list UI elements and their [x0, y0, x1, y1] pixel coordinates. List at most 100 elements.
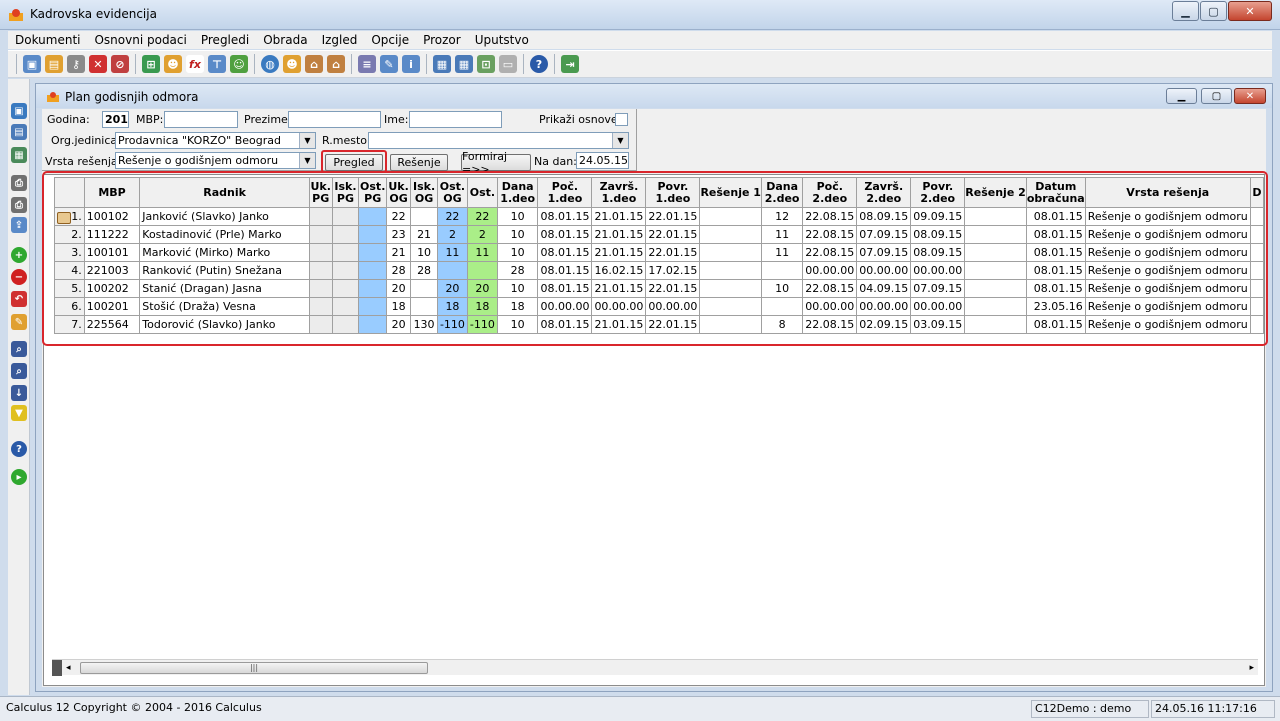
cell-d[interactable] [1249, 279, 1265, 298]
mbp-field[interactable] [164, 111, 238, 128]
cell-uk-og[interactable]: 21 [386, 243, 412, 262]
cell-vrsta-resenja[interactable]: Rešenje o godišnjem odmoru [1084, 315, 1251, 334]
exit-icon[interactable]: ⇥ [561, 55, 579, 73]
cell-dana-2[interactable]: 10 [760, 279, 804, 298]
edit-icon[interactable]: ✎ [11, 314, 27, 330]
cell-povr-1[interactable]: 00.00.00 [645, 297, 701, 316]
cell-isk-pg[interactable] [331, 279, 360, 298]
col-poc-2[interactable]: Poč. 2.deo [802, 177, 858, 208]
cell-datum-obracuna[interactable]: 08.01.15 [1025, 243, 1086, 262]
cell-ost[interactable]: -110 [466, 315, 498, 334]
cell-radnik[interactable]: Stošić (Draža) Vesna [139, 297, 310, 316]
cell-povr-2[interactable]: 07.09.15 [910, 279, 966, 298]
col-ost-og[interactable]: Ost. OG [436, 177, 468, 208]
cell-dana-2[interactable]: 11 [760, 225, 804, 244]
table-row[interactable]: 4. 221003 Ranković (Putin) Snežana 28 28 28 08… [54, 261, 1265, 280]
cell-isk-pg[interactable] [331, 261, 360, 280]
cell-uk-pg[interactable] [308, 279, 333, 298]
cell-zavrs-1[interactable]: 16.02.15 [591, 261, 647, 280]
scroll-right-arrow-icon[interactable]: ▸ [1249, 663, 1254, 673]
maximize-button[interactable]: ▢ [1200, 1, 1227, 21]
chevron-down-icon[interactable]: ▼ [299, 153, 315, 168]
table-row[interactable]: 5. 100202 Stanić (Dragan) Jasna 20 20 20 10 08.… [54, 279, 1265, 298]
cell-d[interactable] [1249, 315, 1265, 334]
cell-ost-pg[interactable] [358, 297, 388, 316]
cell-uk-og[interactable]: 20 [386, 315, 412, 334]
cell-vrsta-resenja[interactable]: Rešenje o godišnjem odmoru [1084, 225, 1251, 244]
child-close-button[interactable]: ✕ [1234, 88, 1266, 104]
cell-dana-2[interactable] [760, 297, 804, 316]
folder-icon[interactable]: ▣ [23, 55, 41, 73]
cell-poc-2[interactable]: 22.08.15 [802, 225, 858, 244]
col-povr-2[interactable]: Povr. 2.deo [910, 177, 966, 208]
close-button[interactable]: ✕ [1228, 1, 1272, 21]
prikazi-osnove-checkbox[interactable] [615, 113, 628, 126]
cell-vrsta-resenja[interactable]: Rešenje o godišnjem odmoru [1084, 207, 1251, 226]
cell-poc-2[interactable]: 22.08.15 [802, 207, 858, 226]
scroll-left-arrow-icon[interactable]: ◂ [66, 663, 71, 673]
remove-icon[interactable]: − [11, 269, 27, 285]
cell-dana-1[interactable]: 10 [496, 225, 539, 244]
info-icon[interactable]: i [402, 55, 420, 73]
cell-zavrs-2[interactable]: 08.09.15 [856, 207, 912, 226]
cell-datum-obracuna[interactable]: 08.01.15 [1025, 207, 1086, 226]
na-dan-field[interactable]: 24.05.15 [576, 152, 629, 169]
add-icon[interactable]: + [11, 247, 27, 263]
cell-mbp[interactable]: 100101 [83, 243, 141, 262]
cell-ost-pg[interactable] [358, 225, 388, 244]
cell-mbp[interactable]: 225564 [83, 315, 141, 334]
col-ost[interactable]: Ost. [466, 177, 498, 208]
cell-ost-og[interactable]: 22 [436, 207, 468, 226]
cell-dana-2[interactable]: 12 [760, 207, 804, 226]
cell-ost[interactable]: 20 [466, 279, 498, 298]
col-resenje-2[interactable]: Rešenje 2 [964, 177, 1027, 208]
save-icon[interactable]: ▣ [11, 103, 27, 119]
undo-icon[interactable]: ↶ [11, 291, 27, 307]
key-icon[interactable]: ⚷ [67, 55, 85, 73]
cell-resenje-1[interactable] [699, 225, 762, 244]
cell-ost[interactable]: 11 [466, 243, 498, 262]
col-isk-og[interactable]: Isk. OG [410, 177, 438, 208]
find-icon[interactable]: ⌕ [11, 341, 27, 357]
cell-poc-2[interactable]: 22.08.15 [802, 279, 858, 298]
cell-dana-1[interactable]: 28 [496, 261, 539, 280]
cell-zavrs-1[interactable]: 00.00.00 [591, 297, 647, 316]
report-icon[interactable]: ≡ [358, 55, 376, 73]
cell-isk-og[interactable]: 28 [410, 261, 438, 280]
cell-resenje-2[interactable] [964, 279, 1027, 298]
stop-icon[interactable]: ⊘ [111, 55, 129, 73]
cell-uk-pg[interactable] [308, 225, 333, 244]
table-row[interactable]: 3. 100101 Marković (Mirko) Marko 21 10 11 11 10… [54, 243, 1265, 262]
help-icon[interactable]: ? [11, 441, 27, 457]
cell-resenje-2[interactable] [964, 243, 1027, 262]
row-number[interactable]: 2. [54, 225, 85, 244]
cell-datum-obracuna[interactable]: 08.01.15 [1025, 315, 1086, 334]
cell-zavrs-2[interactable]: 04.09.15 [856, 279, 912, 298]
chevron-down-icon[interactable]: ▼ [299, 133, 315, 148]
org-chart-icon[interactable]: ⊞ [142, 55, 160, 73]
cell-ost-og[interactable]: -110 [436, 315, 468, 334]
cell-ost-pg[interactable] [358, 261, 388, 280]
cell-mbp[interactable]: 100202 [83, 279, 141, 298]
scroll-left-icon[interactable] [52, 660, 62, 676]
table-row[interactable]: 6. 100201 Stošić (Draža) Vesna 18 18 18 18 00.0… [54, 297, 1265, 316]
home-icon[interactable]: ⌂ [305, 55, 323, 73]
ime-field[interactable] [409, 111, 502, 128]
cell-poc-1[interactable]: 00.00.00 [537, 297, 593, 316]
cell-zavrs-2[interactable]: 00.00.00 [856, 261, 912, 280]
cell-povr-2[interactable]: 03.09.15 [910, 315, 966, 334]
vrsta-resenja-combo[interactable]: Rešenje o godišnjem odmoru ▼ [115, 152, 316, 169]
cell-zavrs-2[interactable]: 07.09.15 [856, 225, 912, 244]
cell-d[interactable] [1249, 207, 1265, 226]
cell-resenje-2[interactable] [964, 261, 1027, 280]
cell-isk-pg[interactable] [331, 207, 360, 226]
find-next-icon[interactable]: ⌕ [11, 363, 27, 379]
cell-povr-1[interactable]: 22.01.15 [645, 315, 701, 334]
cell-poc-1[interactable]: 08.01.15 [537, 207, 593, 226]
cell-resenje-1[interactable] [699, 207, 762, 226]
cell-ost-pg[interactable] [358, 279, 388, 298]
cell-poc-2[interactable]: 22.08.15 [802, 243, 858, 262]
scrollbar-thumb[interactable]: ||| [80, 662, 428, 674]
cell-uk-pg[interactable] [308, 243, 333, 262]
col-zavrs-2[interactable]: Završ. 2.deo [856, 177, 912, 208]
